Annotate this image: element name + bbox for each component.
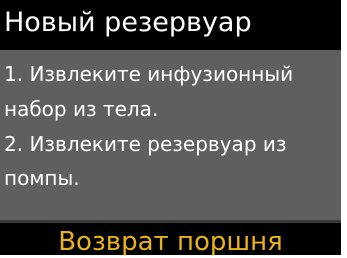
title-bar: Новый резервуар [0, 0, 341, 50]
instruction-line: 1. Извлеките инфузионный [4, 62, 294, 86]
instruction-line: набор из тела. [4, 97, 159, 121]
instruction-line: помпы. [4, 166, 80, 190]
rewind-button[interactable]: Возврат поршня [0, 220, 341, 257]
pump-screen: Новый резервуар 1. Извлеките инфузионный… [0, 0, 341, 257]
rewind-button-label: Возврат поршня [58, 227, 283, 257]
screen-title: Новый резервуар [4, 7, 252, 38]
instruction-line: 2. Извлеките резервуар из [4, 132, 287, 156]
instructions-panel: 1. Извлеките инфузионный набор из тела. … [0, 50, 341, 220]
